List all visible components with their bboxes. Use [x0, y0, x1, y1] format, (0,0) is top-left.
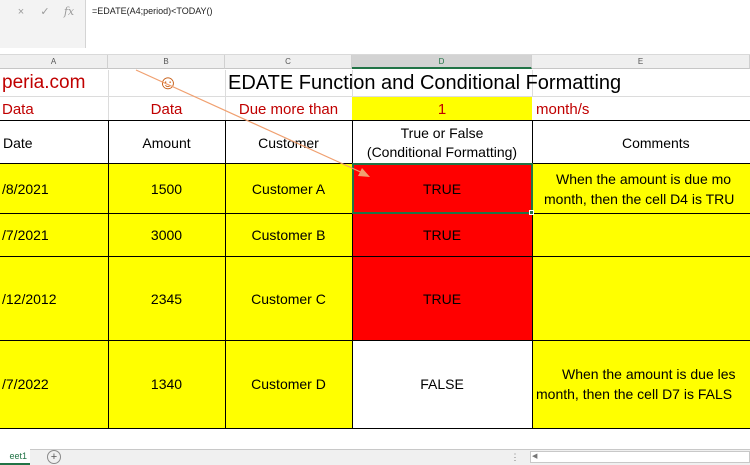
scroll-left-icon[interactable]: ◀	[532, 452, 540, 462]
arrow-head	[358, 168, 370, 177]
sheet-tab[interactable]: eet1	[0, 449, 30, 465]
arrow-line	[135, 69, 366, 175]
more-options-icon[interactable]: ⋮	[510, 452, 520, 462]
horizontal-scrollbar[interactable]	[530, 451, 750, 463]
add-sheet-icon[interactable]: +	[47, 450, 61, 464]
arrow-annotation	[135, 69, 370, 177]
